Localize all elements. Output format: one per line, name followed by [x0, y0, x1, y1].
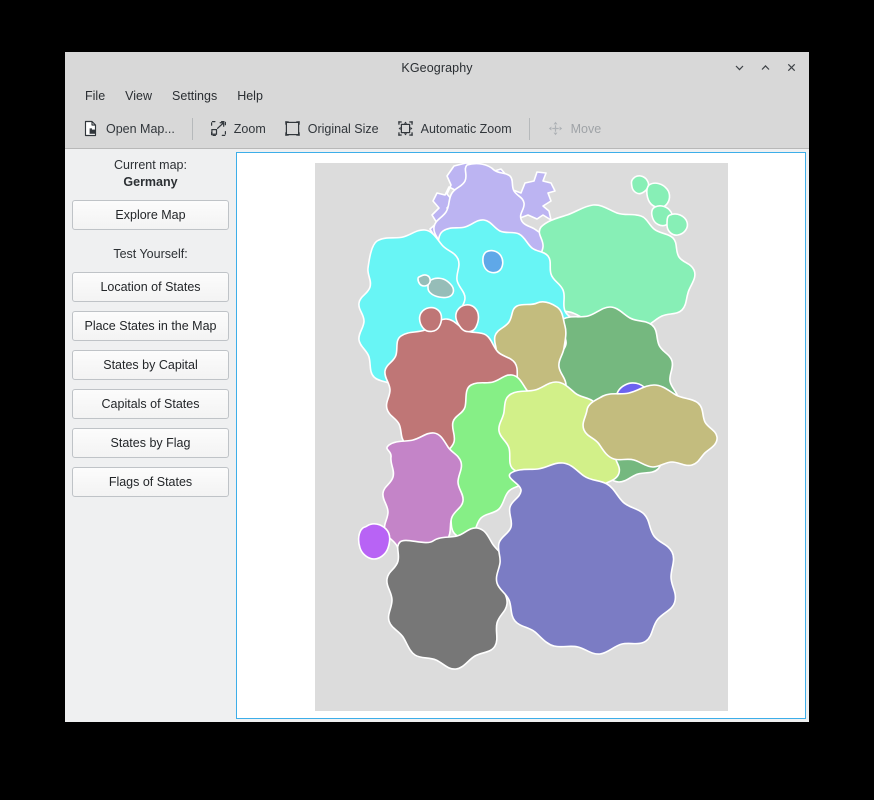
move-label: Move [571, 122, 602, 136]
location-of-states-button[interactable]: Location of States [72, 272, 229, 302]
window-title: KGeography [401, 61, 472, 75]
move-button[interactable]: Move [538, 115, 611, 142]
states-by-flag-button[interactable]: States by Flag [72, 428, 229, 458]
map-image-germany[interactable] [315, 163, 728, 711]
map-pane [236, 149, 809, 722]
capitals-of-states-button[interactable]: Capitals of States [72, 389, 229, 419]
menubar: File View Settings Help [65, 83, 809, 109]
automatic-zoom-label: Automatic Zoom [421, 122, 512, 136]
menu-view[interactable]: View [115, 86, 162, 106]
germany-map-svg [315, 163, 728, 711]
window-controls [727, 52, 803, 83]
flags-of-states-button[interactable]: Flags of States [72, 467, 229, 497]
chevron-up-icon [759, 61, 772, 74]
menu-help[interactable]: Help [227, 86, 273, 106]
automatic-zoom-icon [397, 120, 414, 137]
open-map-button[interactable]: Open Map... [73, 115, 184, 142]
region-saarland[interactable] [359, 524, 390, 559]
region-mecklenburg-vorpommern-ruegen[interactable] [631, 176, 648, 194]
current-map-name: Germany [72, 174, 229, 191]
menu-settings[interactable]: Settings [162, 86, 227, 106]
minimize-button[interactable] [727, 56, 751, 80]
close-button[interactable] [779, 56, 803, 80]
region-bremen-bremerhaven[interactable] [418, 275, 430, 286]
titlebar: KGeography [65, 52, 809, 83]
application-window: KGeography [65, 52, 809, 722]
place-states-in-the-map-button[interactable]: Place States in the Map [72, 311, 229, 341]
maximize-button[interactable] [753, 56, 777, 80]
zoom-label: Zoom [234, 122, 266, 136]
open-map-label: Open Map... [106, 122, 175, 136]
original-size-button[interactable]: Original Size [275, 115, 388, 142]
zoom-icon [210, 120, 227, 137]
current-map-label: Current map: [72, 157, 229, 174]
explore-map-button[interactable]: Explore Map [72, 200, 229, 230]
close-icon [785, 61, 798, 74]
region-north-rhine-westphalia-prong-1[interactable] [420, 308, 442, 332]
test-yourself-label: Test Yourself: [72, 246, 229, 263]
map-viewport[interactable] [236, 152, 806, 719]
open-map-icon [82, 120, 99, 137]
region-mecklenburg-vorpommern-isle4[interactable] [667, 214, 687, 235]
zoom-button[interactable]: Zoom [201, 115, 275, 142]
toolbar-separator-2 [529, 118, 530, 140]
toolbar-separator-1 [192, 118, 193, 140]
chevron-down-icon [733, 61, 746, 74]
toolbar: Open Map... Zoom [65, 109, 809, 149]
states-by-capital-button[interactable]: States by Capital [72, 350, 229, 380]
sidebar-spacer [72, 230, 229, 246]
automatic-zoom-button[interactable]: Automatic Zoom [388, 115, 521, 142]
window-body: Current map: Germany Explore Map Test Yo… [65, 149, 809, 722]
region-hamburg[interactable] [483, 251, 503, 273]
move-icon [547, 120, 564, 137]
original-size-icon [284, 120, 301, 137]
menu-file[interactable]: File [75, 86, 115, 106]
screen: KGeography [0, 0, 874, 800]
sidebar: Current map: Germany Explore Map Test Yo… [65, 149, 236, 722]
original-size-label: Original Size [308, 122, 379, 136]
